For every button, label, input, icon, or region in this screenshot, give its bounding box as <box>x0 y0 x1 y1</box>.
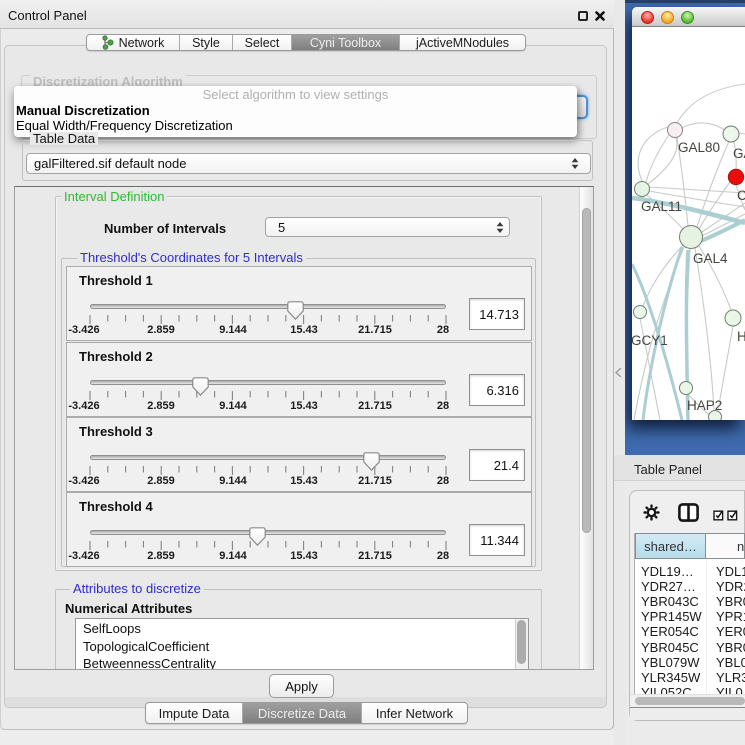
svg-text:GA: GA <box>733 146 745 161</box>
svg-text:GAL80: GAL80 <box>678 140 720 155</box>
svg-text:GCY1: GCY1 <box>632 333 668 348</box>
svg-text:HAP2: HAP2 <box>687 398 722 413</box>
svg-text:H: H <box>737 329 745 344</box>
svg-text:GAL4: GAL4 <box>693 251 728 266</box>
svg-text:C: C <box>737 188 745 203</box>
svg-text:GAL11: GAL11 <box>641 199 682 214</box>
